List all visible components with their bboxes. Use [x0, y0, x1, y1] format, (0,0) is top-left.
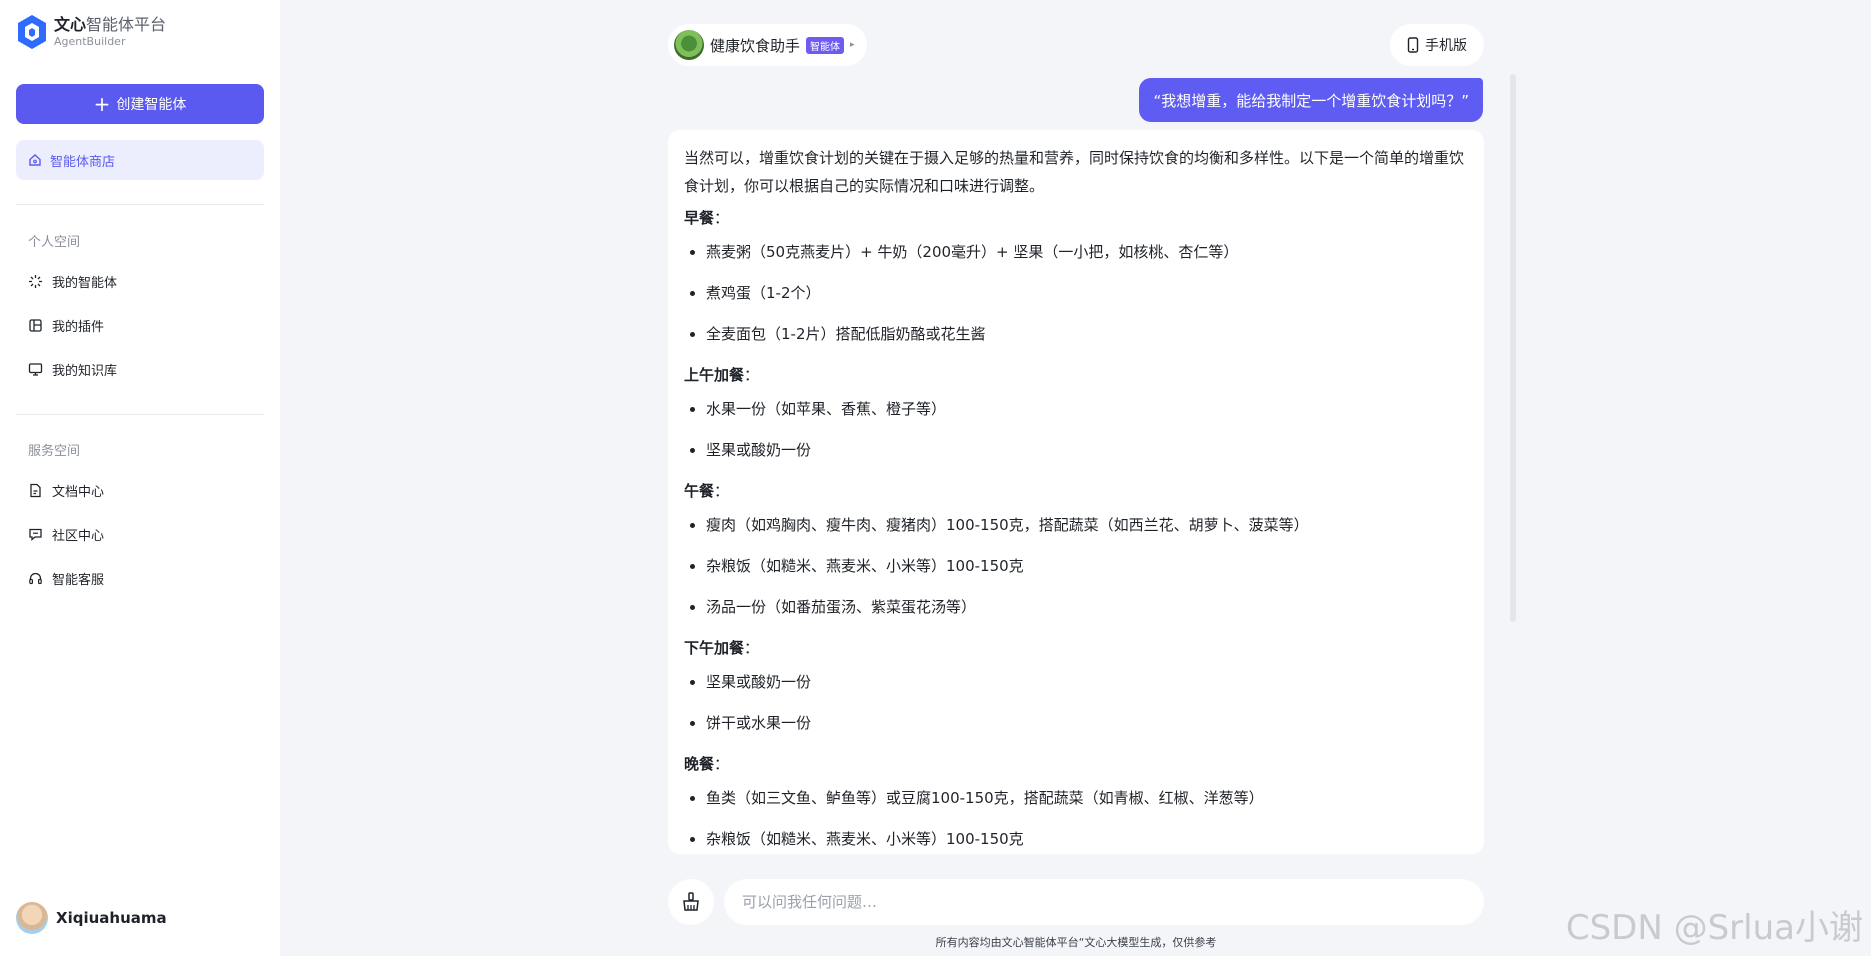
section-list: 坚果或酸奶一份 饼干或水果一份 — [684, 668, 1468, 737]
plus-icon: + — [93, 92, 111, 116]
answer-intro: 当然可以，增重饮食计划的关键在于摄入足够的热量和营养，同时保持饮食的均衡和多样性… — [684, 149, 1465, 195]
agent-name: 健康饮食助手 — [710, 36, 801, 55]
user-name: Xiqiuahuama — [56, 909, 167, 927]
assistant-answer: 当然可以，增重饮食计划的关键在于摄入足够的热量和营养，同时保持饮食的均衡和多样性… — [668, 130, 1484, 854]
brand-subtitle: AgentBuilder — [54, 35, 126, 48]
sidebar-item-label: 智能体商店 — [50, 154, 116, 170]
list-item: 燕麦粥（50克燕麦片）+ 牛奶（200毫升）+ 坚果（一小把，如核桃、杏仁等） — [684, 238, 1468, 266]
brand-title: 文心智能体平台 — [54, 15, 167, 34]
list-item: 瘦肉（如鸡胸肉、瘦牛肉、瘦猪肉）100-150克，搭配蔬菜（如西兰花、胡萝卜、菠… — [684, 511, 1468, 539]
wenxin-logo-icon — [18, 15, 46, 49]
list-item: 饼干或水果一份 — [684, 709, 1468, 737]
mobile-version-button[interactable]: 手机版 — [1390, 24, 1484, 66]
create-agent-button[interactable]: + 创建智能体 — [16, 84, 264, 124]
list-item: 坚果或酸奶一份 — [684, 668, 1468, 696]
agent-avatar — [674, 30, 704, 60]
sidebar-item-label: 我的插件 — [52, 320, 105, 335]
sidebar-item-support[interactable]: 智能客服 — [28, 569, 104, 588]
section-title: 午餐： — [684, 482, 730, 500]
headset-icon — [29, 572, 42, 585]
section-title: 下午加餐： — [684, 639, 760, 657]
sidebar-item-docs[interactable]: 文档中心 — [28, 481, 104, 500]
user-message-bubble: “我想增重，能给我制定一个增重饮食计划吗？” — [1139, 78, 1483, 122]
brand-logo[interactable]: 文心智能体平台 AgentBuilder — [16, 14, 166, 50]
document-icon — [30, 483, 41, 498]
agent-header[interactable]: 健康饮食助手 智能体 ▸ — [668, 24, 867, 66]
list-item: 水果一份（如苹果、香蕉、橙子等） — [684, 395, 1468, 423]
broom-icon — [683, 892, 699, 911]
sidebar-item-label: 智能客服 — [52, 573, 105, 588]
section-list: 燕麦粥（50克燕麦片）+ 牛奶（200毫升）+ 坚果（一小把，如核桃、杏仁等） … — [684, 238, 1468, 348]
list-item: 杂粮饭（如糙米、燕麦米、小米等）100-150克 — [684, 825, 1468, 853]
sidebar-item-agent-store[interactable]: 智能体商店 — [16, 140, 264, 180]
chat-scrollbar[interactable] — [1510, 74, 1516, 622]
sidebar-item-label: 我的知识库 — [52, 364, 118, 379]
section-title: 早餐： — [684, 209, 730, 227]
list-item: 全麦面包（1-2片）搭配低脂奶酪或花生酱 — [684, 320, 1468, 348]
section-title: 上午加餐： — [684, 366, 760, 384]
sidebar: 文心智能体平台 AgentBuilder + 创建智能体 智能体商店 个人空间 … — [0, 0, 280, 956]
sidebar-item-community[interactable]: 社区中心 — [28, 525, 104, 544]
create-agent-label: 创建智能体 — [116, 97, 187, 113]
sidebar-item-label: 社区中心 — [52, 529, 105, 544]
sidebar-item-my-knowledge[interactable]: 我的知识库 — [28, 360, 117, 379]
list-item: 杂粮饭（如糙米、燕麦米、小米等）100-150克 — [684, 552, 1468, 580]
list-item: 鱼类（如三文鱼、鲈鱼等）或豆腐100-150克，搭配蔬菜（如青椒、红椒、洋葱等） — [684, 784, 1468, 812]
list-item: 坚果或酸奶一份 — [684, 436, 1468, 464]
section-list: 鱼类（如三文鱼、鲈鱼等）或豆腐100-150克，搭配蔬菜（如青椒、红椒、洋葱等）… — [684, 784, 1468, 853]
section-list: 瘦肉（如鸡胸肉、瘦牛肉、瘦猪肉）100-150克，搭配蔬菜（如西兰花、胡萝卜、菠… — [684, 511, 1468, 621]
list-item: 煮鸡蛋（1-2个） — [684, 279, 1468, 307]
sidebar-item-my-agents[interactable]: 我的智能体 — [28, 272, 117, 291]
service-section-title: 服务空间 — [28, 444, 81, 459]
sparkle-icon — [29, 275, 42, 288]
divider — [16, 414, 264, 415]
sidebar-item-label: 我的智能体 — [52, 276, 118, 291]
plugin-icon — [29, 319, 42, 332]
divider — [16, 204, 264, 205]
footer-disclaimer: 所有内容均由文心智能体平台“文心大模型生成，仅供参考 — [935, 936, 1217, 949]
user-profile[interactable]: Xiqiuahuama — [16, 902, 167, 934]
watermark: CSDN @Srlua小谢 — [1565, 908, 1863, 948]
chat-icon — [29, 528, 42, 541]
sidebar-item-my-plugins[interactable]: 我的插件 — [28, 316, 104, 335]
section-list: 水果一份（如苹果、香蕉、橙子等） 坚果或酸奶一份 — [684, 395, 1468, 464]
section-title: 晚餐： — [684, 755, 730, 773]
chat-input-row — [668, 878, 1484, 926]
list-item: 汤品一份（如番茄蛋汤、紫菜蛋花汤等） — [684, 593, 1468, 621]
sidebar-item-label: 文档中心 — [52, 485, 105, 500]
chat-input[interactable] — [724, 879, 1484, 925]
home-icon — [29, 154, 41, 166]
clear-context-button[interactable] — [668, 879, 714, 925]
mobile-version-label: 手机版 — [1425, 38, 1467, 54]
monitor-icon — [28, 363, 43, 376]
avatar — [16, 902, 48, 934]
personal-section-title: 个人空间 — [28, 235, 81, 250]
chevron-right-icon: ▸ — [850, 40, 855, 50]
phone-icon — [1407, 37, 1419, 53]
agent-badge: 智能体 — [806, 36, 845, 54]
